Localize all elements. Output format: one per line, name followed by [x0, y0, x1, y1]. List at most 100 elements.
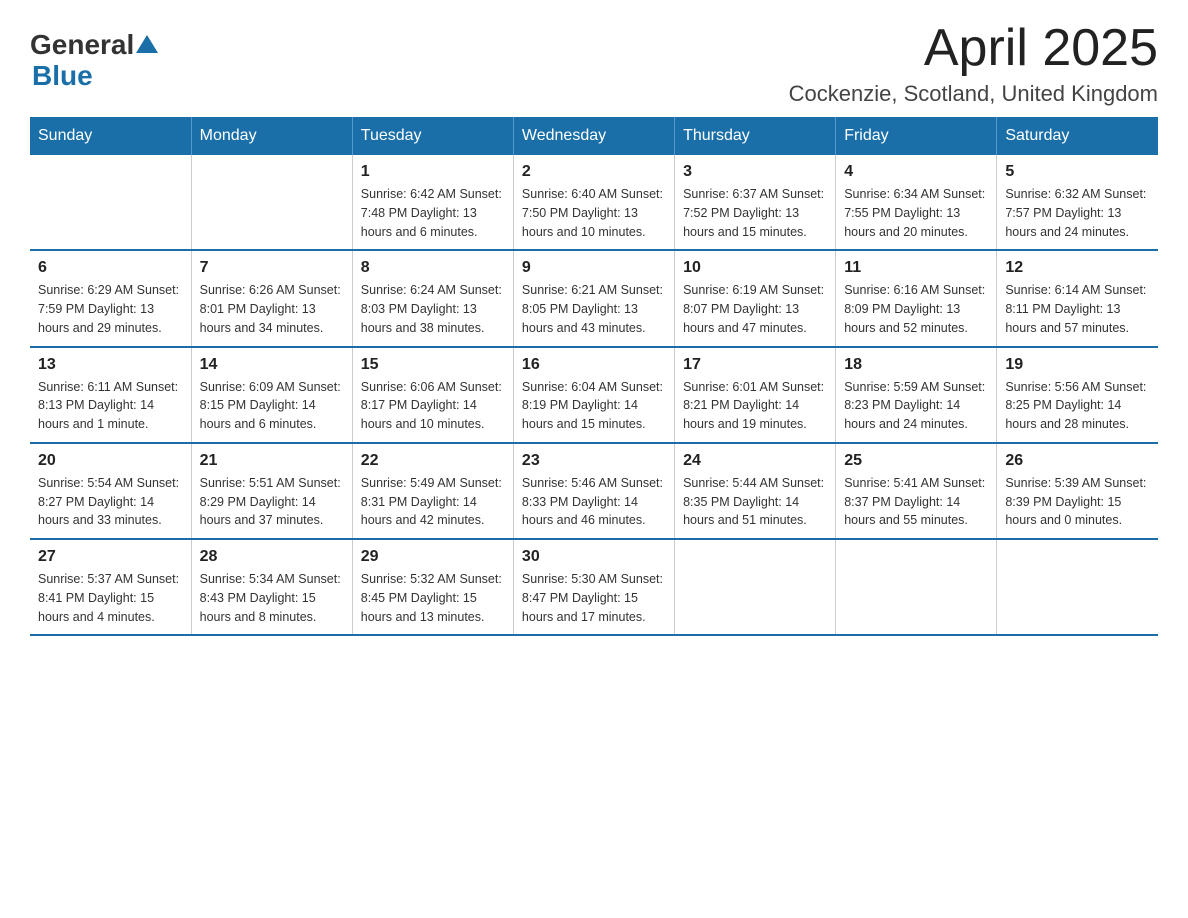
day-info: Sunrise: 5:44 AM Sunset: 8:35 PM Dayligh… — [683, 474, 827, 530]
calendar-header: SundayMondayTuesdayWednesdayThursdayFrid… — [30, 117, 1158, 155]
calendar-cell: 24 Sunrise: 5:44 AM Sunset: 8:35 PM Dayli… — [675, 443, 836, 539]
day-number: 29 — [361, 548, 505, 566]
title-section: April 2025 Cockenzie, Scotland, United K… — [789, 20, 1158, 107]
day-number: 1 — [361, 163, 505, 181]
day-info: Sunrise: 6:01 AM Sunset: 8:21 PM Dayligh… — [683, 378, 827, 434]
page-header: General Blue April 2025 Cockenzie, Scotl… — [30, 20, 1158, 107]
day-number: 2 — [522, 163, 666, 181]
day-number: 7 — [200, 259, 344, 277]
day-number: 24 — [683, 452, 827, 470]
header-tuesday: Tuesday — [352, 117, 513, 155]
day-number: 8 — [361, 259, 505, 277]
day-info: Sunrise: 6:09 AM Sunset: 8:15 PM Dayligh… — [200, 378, 344, 434]
calendar-cell: 8 Sunrise: 6:24 AM Sunset: 8:03 PM Daylig… — [352, 250, 513, 346]
calendar-week-row: 27Sunrise: 5:37 AM Sunset: 8:41 PM Dayli… — [30, 539, 1158, 635]
day-info: Sunrise: 5:30 AM Sunset: 8:47 PM Dayligh… — [522, 570, 666, 626]
calendar-cell: 4Sunrise: 6:34 AM Sunset: 7:55 PM Daylig… — [836, 155, 997, 250]
day-info: Sunrise: 6:21 AM Sunset: 8:05 PM Dayligh… — [522, 281, 666, 337]
header-sunday: Sunday — [30, 117, 191, 155]
calendar-cell: 15 Sunrise: 6:06 AM Sunset: 8:17 PM Dayli… — [352, 347, 513, 443]
day-number: 3 — [683, 163, 827, 181]
calendar-cell: 18 Sunrise: 5:59 AM Sunset: 8:23 PM Dayli… — [836, 347, 997, 443]
calendar-cell — [30, 155, 191, 250]
header-wednesday: Wednesday — [513, 117, 674, 155]
logo: General Blue — [30, 30, 158, 92]
day-info: Sunrise: 5:34 AM Sunset: 8:43 PM Dayligh… — [200, 570, 344, 626]
day-number: 25 — [844, 452, 988, 470]
day-number: 15 — [361, 356, 505, 374]
header-thursday: Thursday — [675, 117, 836, 155]
calendar-cell: 22 Sunrise: 5:49 AM Sunset: 8:31 PM Dayli… — [352, 443, 513, 539]
calendar-cell: 17 Sunrise: 6:01 AM Sunset: 8:21 PM Dayli… — [675, 347, 836, 443]
calendar-body: 1Sunrise: 6:42 AM Sunset: 7:48 PM Daylig… — [30, 155, 1158, 635]
day-number: 5 — [1005, 163, 1150, 181]
day-info: Sunrise: 6:14 AM Sunset: 8:11 PM Dayligh… — [1005, 281, 1150, 337]
calendar-cell — [836, 539, 997, 635]
calendar-cell: 19Sunrise: 5:56 AM Sunset: 8:25 PM Dayli… — [997, 347, 1158, 443]
calendar-cell: 23Sunrise: 5:46 AM Sunset: 8:33 PM Dayli… — [513, 443, 674, 539]
calendar-table: SundayMondayTuesdayWednesdayThursdayFrid… — [30, 117, 1158, 636]
day-info: Sunrise: 6:32 AM Sunset: 7:57 PM Dayligh… — [1005, 185, 1150, 241]
calendar-cell: 14 Sunrise: 6:09 AM Sunset: 8:15 PM Dayli… — [191, 347, 352, 443]
day-info: Sunrise: 6:37 AM Sunset: 7:52 PM Dayligh… — [683, 185, 827, 241]
day-info: Sunrise: 6:24 AM Sunset: 8:03 PM Dayligh… — [361, 281, 505, 337]
day-number: 26 — [1005, 452, 1150, 470]
day-info: Sunrise: 6:11 AM Sunset: 8:13 PM Dayligh… — [38, 378, 183, 434]
day-info: Sunrise: 5:39 AM Sunset: 8:39 PM Dayligh… — [1005, 474, 1150, 530]
day-number: 6 — [38, 259, 183, 277]
day-number: 14 — [200, 356, 344, 374]
calendar-cell — [997, 539, 1158, 635]
calendar-cell: 29 Sunrise: 5:32 AM Sunset: 8:45 PM Dayli… — [352, 539, 513, 635]
day-number: 17 — [683, 356, 827, 374]
calendar-week-row: 13 Sunrise: 6:11 AM Sunset: 8:13 PM Dayli… — [30, 347, 1158, 443]
calendar-cell: 1Sunrise: 6:42 AM Sunset: 7:48 PM Daylig… — [352, 155, 513, 250]
day-number: 4 — [844, 163, 988, 181]
day-info: Sunrise: 5:59 AM Sunset: 8:23 PM Dayligh… — [844, 378, 988, 434]
day-info: Sunrise: 6:19 AM Sunset: 8:07 PM Dayligh… — [683, 281, 827, 337]
day-info: Sunrise: 6:29 AM Sunset: 7:59 PM Dayligh… — [38, 281, 183, 337]
day-number: 10 — [683, 259, 827, 277]
calendar-cell — [191, 155, 352, 250]
calendar-cell: 21Sunrise: 5:51 AM Sunset: 8:29 PM Dayli… — [191, 443, 352, 539]
calendar-cell: 27Sunrise: 5:37 AM Sunset: 8:41 PM Dayli… — [30, 539, 191, 635]
calendar-cell: 5 Sunrise: 6:32 AM Sunset: 7:57 PM Daylig… — [997, 155, 1158, 250]
day-info: Sunrise: 5:51 AM Sunset: 8:29 PM Dayligh… — [200, 474, 344, 530]
day-number: 18 — [844, 356, 988, 374]
logo-triangle-icon — [136, 33, 158, 55]
day-number: 28 — [200, 548, 344, 566]
day-number: 12 — [1005, 259, 1150, 277]
logo-text-general: General — [30, 30, 134, 61]
calendar-cell: 9 Sunrise: 6:21 AM Sunset: 8:05 PM Daylig… — [513, 250, 674, 346]
calendar-cell: 11 Sunrise: 6:16 AM Sunset: 8:09 PM Dayli… — [836, 250, 997, 346]
day-info: Sunrise: 5:32 AM Sunset: 8:45 PM Dayligh… — [361, 570, 505, 626]
header-monday: Monday — [191, 117, 352, 155]
day-number: 19 — [1005, 356, 1150, 374]
calendar-cell: 25 Sunrise: 5:41 AM Sunset: 8:37 PM Dayli… — [836, 443, 997, 539]
calendar-cell: 10 Sunrise: 6:19 AM Sunset: 8:07 PM Dayli… — [675, 250, 836, 346]
day-info: Sunrise: 6:16 AM Sunset: 8:09 PM Dayligh… — [844, 281, 988, 337]
day-number: 13 — [38, 356, 183, 374]
day-number: 9 — [522, 259, 666, 277]
day-info: Sunrise: 5:37 AM Sunset: 8:41 PM Dayligh… — [38, 570, 183, 626]
day-number: 16 — [522, 356, 666, 374]
day-info: Sunrise: 5:49 AM Sunset: 8:31 PM Dayligh… — [361, 474, 505, 530]
day-number: 22 — [361, 452, 505, 470]
day-info: Sunrise: 6:26 AM Sunset: 8:01 PM Dayligh… — [200, 281, 344, 337]
header-friday: Friday — [836, 117, 997, 155]
calendar-cell: 26 Sunrise: 5:39 AM Sunset: 8:39 PM Dayli… — [997, 443, 1158, 539]
day-number: 11 — [844, 259, 988, 277]
calendar-cell: 3 Sunrise: 6:37 AM Sunset: 7:52 PM Daylig… — [675, 155, 836, 250]
logo-text-blue: Blue — [32, 61, 158, 92]
day-info: Sunrise: 5:46 AM Sunset: 8:33 PM Dayligh… — [522, 474, 666, 530]
subtitle: Cockenzie, Scotland, United Kingdom — [789, 81, 1158, 107]
day-info: Sunrise: 6:40 AM Sunset: 7:50 PM Dayligh… — [522, 185, 666, 241]
day-info: Sunrise: 5:41 AM Sunset: 8:37 PM Dayligh… — [844, 474, 988, 530]
day-info: Sunrise: 6:04 AM Sunset: 8:19 PM Dayligh… — [522, 378, 666, 434]
day-info: Sunrise: 6:06 AM Sunset: 8:17 PM Dayligh… — [361, 378, 505, 434]
calendar-cell: 6 Sunrise: 6:29 AM Sunset: 7:59 PM Daylig… — [30, 250, 191, 346]
day-info: Sunrise: 5:54 AM Sunset: 8:27 PM Dayligh… — [38, 474, 183, 530]
calendar-cell: 28 Sunrise: 5:34 AM Sunset: 8:43 PM Dayli… — [191, 539, 352, 635]
calendar-cell: 2 Sunrise: 6:40 AM Sunset: 7:50 PM Daylig… — [513, 155, 674, 250]
header-row: SundayMondayTuesdayWednesdayThursdayFrid… — [30, 117, 1158, 155]
header-saturday: Saturday — [997, 117, 1158, 155]
